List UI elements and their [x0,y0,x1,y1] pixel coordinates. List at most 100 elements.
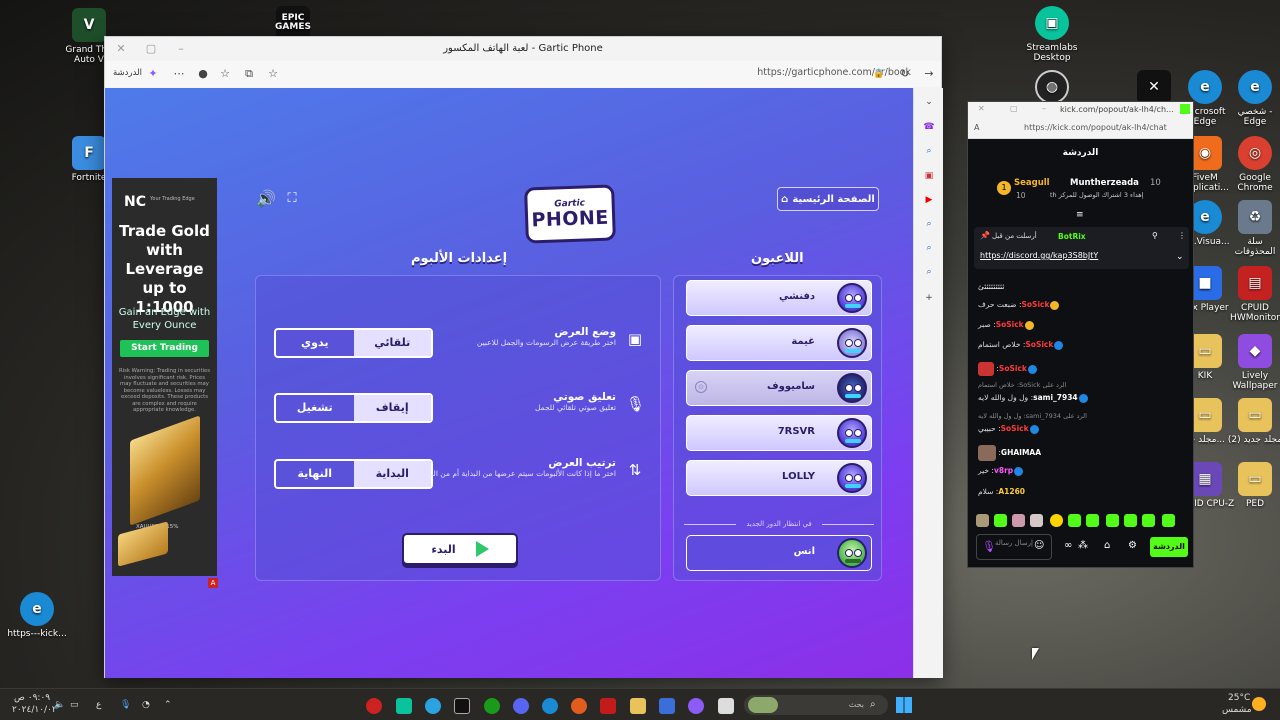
edge-icon[interactable] [542,698,558,714]
player-row[interactable]: دفنشي [686,280,872,316]
forward-icon[interactable]: → [921,66,937,82]
desktop-icon-recycle-bin[interactable]: ♻ سلة المحذوفات [1224,200,1280,257]
taskbar-app-icon[interactable] [718,698,734,714]
chat-label[interactable]: الدردشة [113,68,142,78]
pinned-link[interactable]: https://discord.gg/kap3S8bJtY [980,251,1098,260]
weather-temp[interactable]: 25°C [1228,693,1250,703]
fullscreen-icon[interactable]: ⛶ [283,190,301,208]
weather-desc[interactable]: مشمس [1222,705,1252,715]
sun-icon[interactable] [1252,697,1266,711]
player-row[interactable]: 7RSVR [686,415,872,451]
display-mode-toggle[interactable]: يدوي تلقائي [274,328,433,358]
more-icon[interactable]: ⋮ [1178,231,1186,240]
option-on[interactable]: تشغيل [276,395,354,421]
epic-games-icon[interactable] [454,698,470,714]
desktop-icon-personal-edge[interactable]: e شخصي - Edge [1224,70,1280,127]
desktop-icon-streamlabs[interactable]: ▣ Streamlabs Desktop [1021,6,1083,63]
refresh-icon[interactable]: ↻ [897,66,913,82]
chevron-down-icon[interactable]: ⌄ [1176,252,1184,262]
favorites-icon[interactable]: ☆ [217,66,233,82]
pin-icon[interactable]: ⚲ [1152,231,1158,240]
emote-icon[interactable] [1106,514,1119,527]
acrobat-icon[interactable] [600,698,616,714]
star-icon[interactable]: ☆ [265,66,281,82]
option-manual[interactable]: يدوي [276,330,354,356]
emote-icon[interactable] [1012,514,1025,527]
maximize-icon[interactable]: ▢ [1010,104,1018,113]
sound-icon[interactable]: 🔊 [256,190,276,208]
taskbar-app-icon[interactable] [366,698,382,714]
chevron-up-icon[interactable]: ⌃ [164,700,172,710]
firefox-icon[interactable] [571,698,587,714]
minimize-icon[interactable]: – [1042,104,1046,113]
copilot-icon[interactable] [688,698,704,714]
display-icon[interactable]: ▭ [70,700,79,710]
desktop-icon-hwmonitor[interactable]: ▤ CPUID HWMonitor [1224,266,1280,323]
close-icon[interactable]: ✕ [978,104,985,113]
advertisement[interactable]: NC Your Trading Edge Trade Gold with Leve… [112,178,217,576]
store-icon[interactable]: ⌂ [1104,540,1110,551]
taskbar-app-icon[interactable] [396,698,412,714]
emote-icon[interactable] [1050,514,1063,527]
send-chat-button[interactable]: الدردشة [1150,537,1188,557]
home-button[interactable]: الصفحة الرئيسية ⌂ [777,187,879,211]
desktop-icon-lively[interactable]: ◆ Lively Wallpaper [1224,334,1280,391]
ad-choices-icon[interactable]: A [208,578,218,588]
emote-icon[interactable] [1124,514,1137,527]
start-button[interactable]: البدء [402,533,518,565]
clock-time[interactable]: ٠٩:٠٩ ص [14,693,50,703]
emote-icon[interactable] [1086,514,1099,527]
url-field[interactable]: https://garticphone.com/ar/book [757,67,911,78]
emote-icon[interactable] [1162,514,1175,527]
search-icon[interactable]: ⌕ [923,242,935,254]
chevron-down-icon[interactable]: ≡ [1076,210,1084,220]
player-row[interactable]: غيمة [686,325,872,361]
kick-url[interactable]: https://kick.com/popout/ak-lh4/chat [1024,123,1167,132]
reader-icon[interactable]: A [974,123,979,132]
network-icon[interactable]: ◔ [142,700,150,710]
start-trading-button[interactable]: Start Trading [120,340,209,357]
copilot-icon[interactable]: ✦ [145,66,161,82]
emote-icon[interactable] [994,514,1007,527]
desktop-icon-new-folder-2[interactable]: ▭ مجلد جديد (2) [1224,398,1280,445]
emoji-icon[interactable]: ☺ [1034,540,1044,551]
option-end[interactable]: النهاية [276,461,354,487]
windows-start-icon[interactable] [896,697,912,713]
sidebar-chevron-icon[interactable]: ⌄ [923,96,935,108]
search-icon[interactable]: ⌕ [923,145,935,157]
display-order-toggle[interactable]: النهاية البداية [274,459,433,489]
gear-icon[interactable]: ⚙ [1128,540,1137,551]
voice-narration-toggle[interactable]: تشغيل إيقاف [274,393,433,423]
search-icon[interactable]: ⌕ [923,218,935,230]
youtube-icon[interactable]: ▶ [923,194,935,206]
player-row[interactable]: LOLLY [686,460,872,496]
microphone-icon[interactable]: 🎙 [982,540,996,553]
desktop-icon-kick-shortcut[interactable]: e https---kick... [6,592,68,639]
xbox-icon[interactable] [484,698,500,714]
player-row-host[interactable]: ساميووف ⊙ [686,370,872,406]
waiting-player-row[interactable]: انس [686,535,872,571]
profile-icon[interactable]: ● [195,66,211,82]
emote-icon[interactable] [976,514,989,527]
more-icon[interactable]: ⋯ [171,66,187,82]
discord-icon[interactable] [513,698,529,714]
desktop-icon-chrome[interactable]: ◎ Google Chrome [1224,136,1280,193]
infinity-icon[interactable]: ∞ [1064,540,1072,551]
store-icon[interactable] [659,698,675,714]
file-explorer-icon[interactable] [630,698,646,714]
share-icon[interactable]: ⁂ [1078,540,1088,551]
notification-icon[interactable]: 🔈 [54,700,65,710]
desktop-icon-ped[interactable]: ▭ PED [1224,462,1280,509]
add-icon[interactable]: + [923,292,935,304]
sidebar-app-icon[interactable]: ▣ [923,170,935,182]
clock-date[interactable]: ٢٠٢٤/١٠/٠٢ [12,705,57,715]
search-icon[interactable]: ⌕ [923,266,935,278]
sidebar-app-icon[interactable]: ☎ [923,121,935,133]
telegram-icon[interactable] [425,698,441,714]
extensions-icon[interactable]: ⧉ [241,66,257,82]
microphone-icon[interactable]: 🎙 [120,700,131,710]
emote-icon[interactable] [1068,514,1081,527]
emote-icon[interactable] [1030,514,1043,527]
emote-icon[interactable] [1142,514,1155,527]
language-indicator[interactable]: ع [96,700,101,710]
